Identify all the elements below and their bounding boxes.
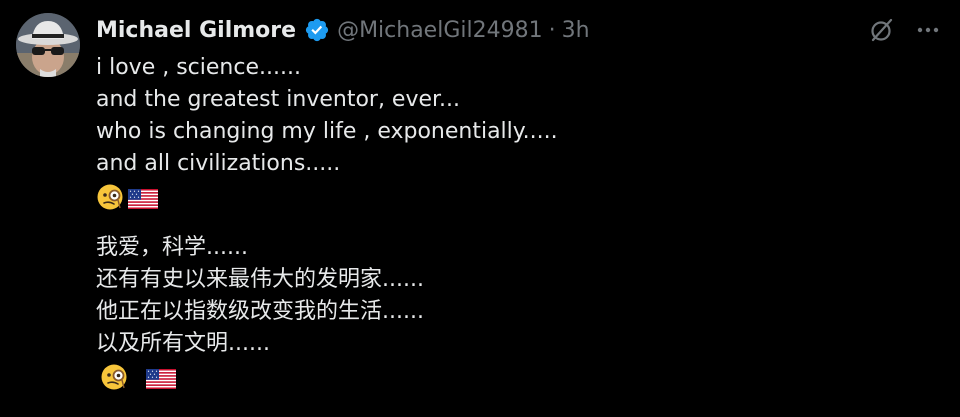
tweet[interactable]: Michael Gilmore @MichaelGil24981 · 3h i … (0, 0, 960, 417)
tweet-line-zh-1: 我爱，科学...... (96, 235, 248, 260)
avatar[interactable] (16, 13, 80, 77)
tweet-actions (852, 14, 944, 46)
us-flag-icon (128, 187, 158, 209)
tweet-line-en-4: and all civilizations..... (96, 151, 341, 176)
timestamp[interactable]: 3h (562, 18, 590, 43)
tweet-header: Michael Gilmore @MichaelGil24981 · 3h (96, 13, 590, 47)
grok-icon[interactable] (866, 14, 898, 46)
tweet-line-en-3: who is changing my life , exponentially.… (96, 119, 558, 144)
face-with-monocle-icon (100, 363, 128, 391)
tweet-line-en-2: and the greatest inventor, ever... (96, 87, 461, 112)
emoji-row-2 (96, 360, 916, 394)
emoji-row (96, 180, 916, 214)
separator-dot: · (548, 17, 556, 43)
tweet-line-en-1: i love , science...... (96, 55, 301, 80)
user-handle[interactable]: @MichaelGil24981 (337, 18, 543, 43)
display-name[interactable]: Michael Gilmore (96, 18, 296, 43)
avatar-image (16, 13, 80, 77)
face-with-monocle-icon (96, 183, 124, 211)
tweet-line-zh-3: 他正在以指数级改变我的生活...... (96, 299, 424, 324)
us-flag-icon (146, 367, 176, 389)
verified-icon[interactable] (304, 17, 330, 43)
more-options-icon[interactable] (912, 14, 944, 46)
tweet-line-zh-4: 以及所有文明...... (96, 331, 270, 356)
tweet-line-zh-2: 还有有史以来最伟大的发明家...... (96, 267, 424, 292)
tweet-text: i love , science...... and the greatest … (96, 52, 916, 394)
